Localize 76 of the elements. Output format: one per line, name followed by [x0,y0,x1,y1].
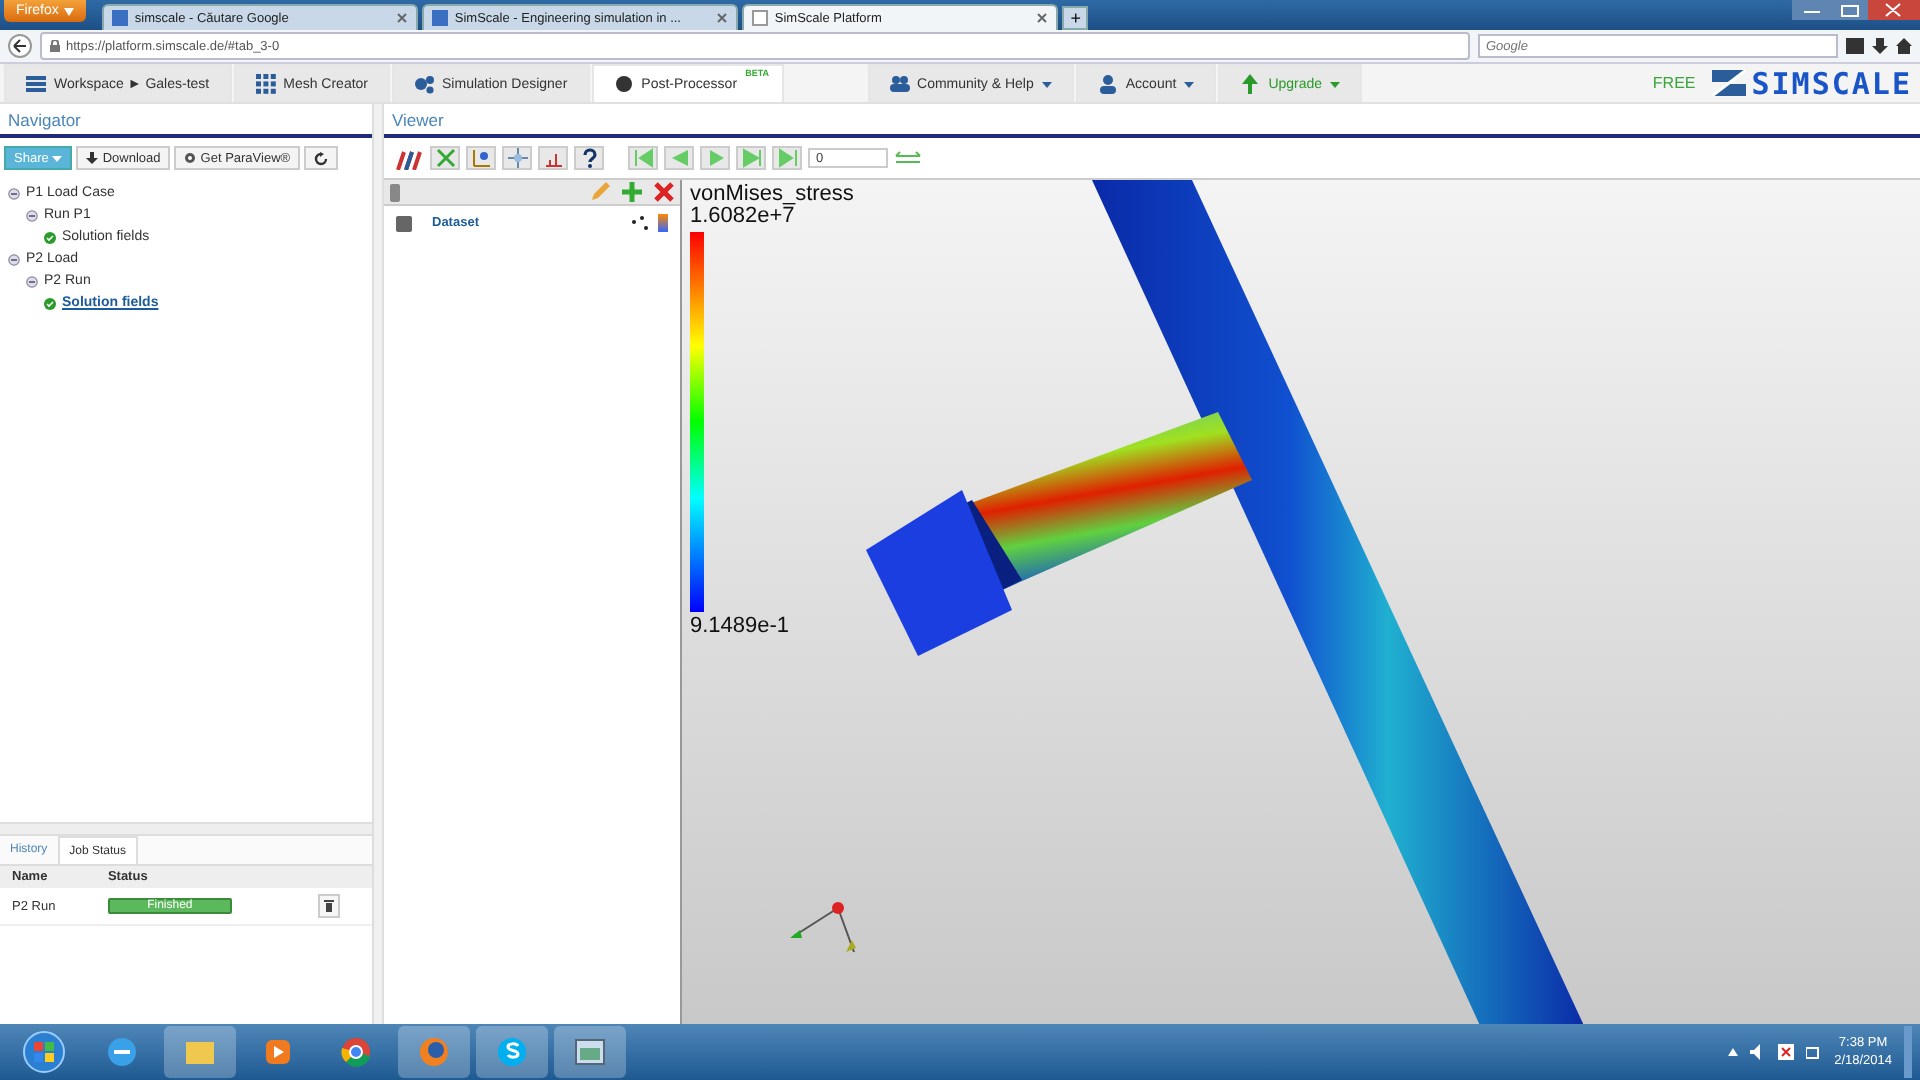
close-icon[interactable] [396,12,409,24]
workspace-icon [26,74,46,94]
download-icon [86,152,99,164]
caret-icon [1330,81,1341,87]
people-icon [889,74,910,94]
chart-icon [543,148,563,168]
taskbar-app[interactable] [554,1026,626,1078]
media-player-icon [260,1034,296,1070]
check-circle-icon [44,297,56,309]
taskbar-app[interactable] [398,1026,470,1078]
download-icon[interactable] [1872,38,1888,54]
browser-e-icon [104,1034,140,1070]
circle-icon [613,74,634,94]
collapse-icon[interactable] [26,275,38,287]
taskbar-app[interactable] [164,1026,236,1078]
back-icon[interactable] [8,34,32,58]
paraview-logo-icon [396,147,424,169]
collapse-icon[interactable] [26,209,38,221]
help-icon [579,148,599,168]
previous-frame-icon [669,148,689,168]
device-icon [390,183,400,201]
skype-icon [494,1034,530,1070]
panel-title: Navigator [0,104,372,138]
delete-icon[interactable] [654,182,674,202]
reset-view-icon [435,148,455,168]
grid-icon [255,74,276,94]
trash-icon [324,900,335,912]
panel-title: Viewer [384,104,1920,138]
color-map-icon[interactable] [658,214,668,232]
logo-icon [1711,70,1746,96]
arrow-up-icon [1240,74,1261,94]
window-app-icon [572,1034,608,1070]
first-frame-icon [633,148,653,168]
lock-icon [50,40,60,52]
collapse-icon[interactable] [8,187,20,199]
delete-button[interactable] [318,894,341,918]
close-icon[interactable] [716,12,729,24]
home-icon[interactable] [1896,38,1912,54]
user-icon [1097,74,1118,94]
caret-icon [1184,81,1195,87]
points-icon[interactable] [632,216,650,230]
window-controls-icon[interactable] [1792,0,1920,22]
logo-text: SIMSCALE [1751,65,1912,101]
legend-title: vonMises_stress [690,184,854,206]
chrome-icon [338,1034,374,1070]
legend-min: 9.1489e-1 [690,616,792,638]
taskbar-app[interactable] [476,1026,548,1078]
legend-max: 1.6082e+7 [690,206,795,228]
caret-icon [1041,81,1052,87]
caret-icon [52,155,63,161]
next-frame-icon [741,148,761,168]
gear-icon [184,152,197,164]
orientation-axes-icon [471,148,491,168]
refresh-icon [314,151,329,165]
center-icon [507,148,527,168]
page-icon [752,10,769,26]
caret-icon [64,7,75,15]
page-icon [432,10,449,26]
last-frame-icon [777,148,797,168]
play-icon [705,148,725,168]
windows-logo-icon [22,1030,66,1074]
refresh-button[interactable] [304,146,339,170]
gears-icon [414,74,435,94]
plan-label: FREE [1652,74,1696,92]
new-tab-button[interactable]: + [1062,6,1089,30]
collapse-icon[interactable] [8,253,20,265]
check-circle-icon [44,231,56,243]
firefox-icon [416,1034,452,1070]
tray-arrow-icon[interactable] [1728,1048,1739,1056]
loop-icon[interactable] [894,150,922,166]
toolbar-button[interactable] [466,146,496,170]
toolbar-button[interactable] [574,146,604,170]
page-icon [112,10,129,26]
close-icon[interactable] [1036,12,1049,24]
plus-icon[interactable] [622,182,642,202]
cube-icon [396,215,412,231]
